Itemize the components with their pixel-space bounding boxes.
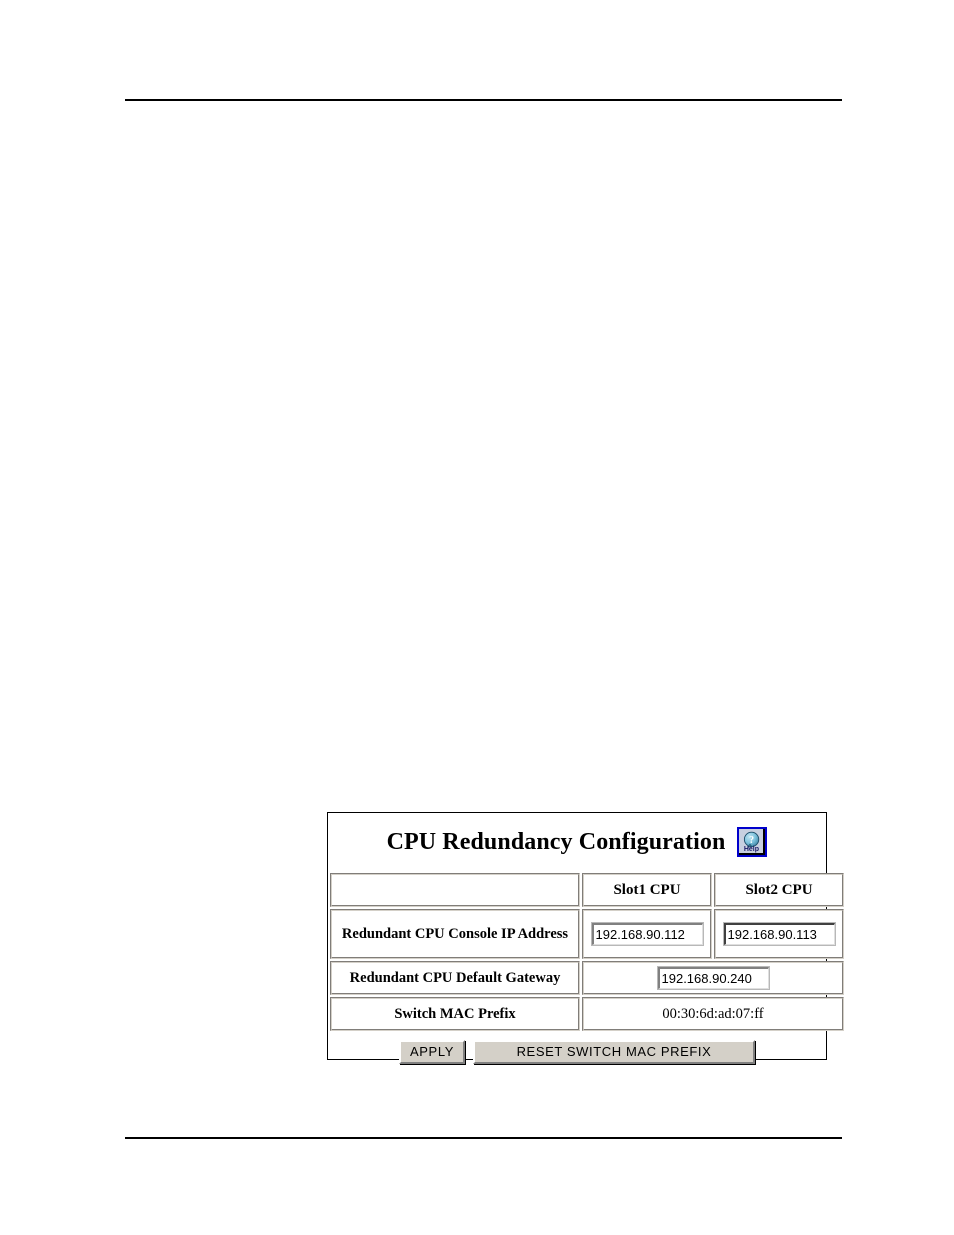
table-header-row: Slot1 CPU Slot2 CPU — [330, 873, 844, 907]
page-footer-rule — [125, 1137, 842, 1139]
reset-switch-mac-prefix-button[interactable]: RESET SWITCH MAC PREFIX — [473, 1040, 755, 1064]
column-header-slot2: Slot2 CPU — [714, 873, 844, 907]
row-label-default-gateway: Redundant CPU Default Gateway — [330, 961, 580, 995]
panel-header: CPU Redundancy Configuration ? Help — [328, 813, 826, 871]
cell-slot1-console-ip — [582, 909, 712, 959]
panel-button-row: APPLY RESET SWITCH MAC PREFIX — [328, 1040, 826, 1064]
cpu-redundancy-table: Slot1 CPU Slot2 CPU Redundant CPU Consol… — [328, 871, 846, 1033]
row-label-console-ip: Redundant CPU Console IP Address — [330, 909, 580, 959]
column-header-slot1: Slot1 CPU — [582, 873, 712, 907]
svg-text:?: ? — [749, 835, 754, 846]
switch-mac-prefix-value: 00:30:6d:ad:07:ff — [582, 997, 844, 1031]
slot1-console-ip-input[interactable] — [590, 922, 704, 946]
default-gateway-input[interactable] — [656, 966, 770, 990]
table-row: Redundant CPU Default Gateway — [330, 961, 844, 995]
apply-button[interactable]: APPLY — [399, 1040, 465, 1064]
help-icon[interactable]: ? Help — [737, 827, 768, 857]
cell-default-gateway — [582, 961, 844, 995]
page-title: CPU Redundancy Configuration — [386, 828, 726, 855]
page-header-rule — [125, 99, 842, 101]
slot2-console-ip-input[interactable] — [722, 922, 836, 946]
cell-slot2-console-ip — [714, 909, 844, 959]
help-label: Help — [743, 846, 759, 853]
table-corner-cell — [330, 873, 580, 907]
row-label-switch-mac-prefix: Switch MAC Prefix — [330, 997, 580, 1031]
cpu-redundancy-panel: CPU Redundancy Configuration ? Help Slot… — [327, 812, 844, 1064]
table-row: Switch MAC Prefix 00:30:6d:ad:07:ff — [330, 997, 844, 1031]
table-row: Redundant CPU Console IP Address — [330, 909, 844, 959]
